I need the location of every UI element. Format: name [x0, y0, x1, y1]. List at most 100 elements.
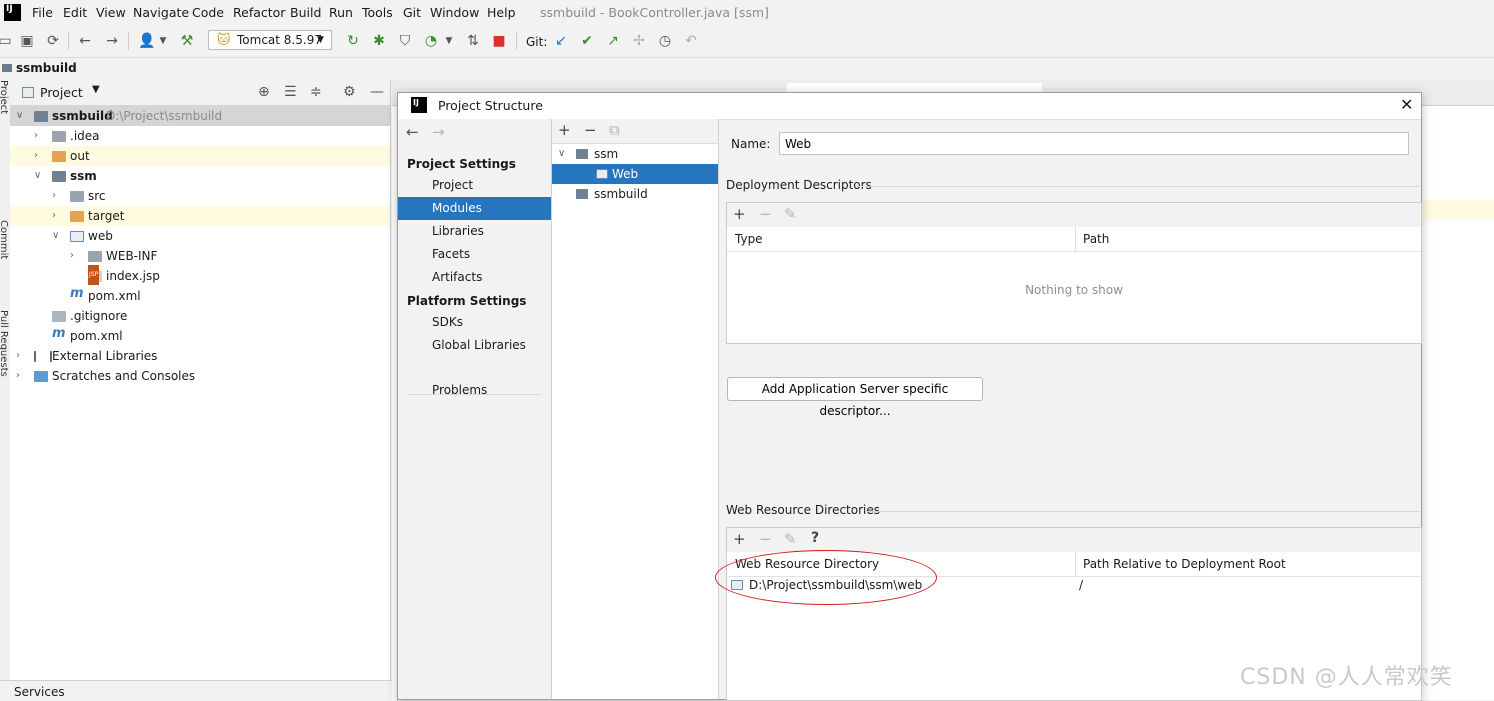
tool-window-commit[interactable]: Commit: [0, 220, 9, 259]
close-icon[interactable]: ✕: [1400, 95, 1413, 114]
nav-item-facets[interactable]: Facets: [398, 243, 551, 266]
history-icon[interactable]: ◷: [656, 32, 674, 50]
chevron-down-icon[interactable]: ▼: [92, 84, 100, 95]
tree-row-gitignore[interactable]: .gitignore: [10, 306, 390, 326]
tree-row-external-libraries[interactable]: › External Libraries: [10, 346, 390, 366]
nav-item-modules[interactable]: Modules: [398, 197, 551, 220]
run-configuration-select[interactable]: 🐱 Tomcat 8.5.97 ▼: [208, 30, 332, 50]
tree-row-web[interactable]: ∨ web: [10, 226, 390, 246]
hide-icon[interactable]: —: [370, 84, 384, 100]
tree-row-src[interactable]: › src: [10, 186, 390, 206]
tree-row-ssm[interactable]: ∨ ssm: [10, 166, 390, 186]
tool-window-pull-requests[interactable]: Pull Requests: [0, 310, 9, 377]
chevron-down-icon[interactable]: ∨: [52, 226, 59, 246]
nav-item-global-libraries[interactable]: Global Libraries: [398, 334, 551, 357]
forward-icon[interactable]: →: [103, 32, 121, 50]
column-type[interactable]: Type: [735, 232, 763, 246]
chevron-right-icon[interactable]: ›: [52, 186, 56, 206]
edit-pencil-icon[interactable]: ✎: [784, 205, 797, 223]
tree-row-ssmbuild[interactable]: ∨ ssmbuild D:\Project\ssmbuild: [10, 106, 390, 126]
back-arrow-icon[interactable]: ←: [406, 123, 419, 141]
project-panel-title[interactable]: Project: [40, 85, 83, 100]
window-title: ssmbuild - BookController.java [ssm]: [540, 5, 769, 20]
open-folder-icon[interactable]: ▭: [0, 32, 14, 50]
remove-icon[interactable]: −: [759, 530, 772, 548]
update-running-app-icon[interactable]: ⇅: [464, 32, 482, 50]
chevron-down-icon[interactable]: ∨: [34, 166, 41, 186]
stop-icon[interactable]: ■: [490, 32, 508, 50]
column-path[interactable]: Path: [1083, 232, 1109, 246]
add-icon[interactable]: +: [558, 121, 571, 139]
module-row-web[interactable]: Web: [552, 164, 718, 184]
coverage-icon[interactable]: ⛉: [396, 32, 414, 50]
rollback-icon[interactable]: ↶: [682, 32, 700, 50]
column-path-relative[interactable]: Path Relative to Deployment Root: [1083, 557, 1286, 571]
chevron-down-icon[interactable]: ∨: [558, 144, 565, 164]
nav-item-artifacts[interactable]: Artifacts: [398, 266, 551, 289]
nav-item-sdks[interactable]: SDKs: [398, 311, 551, 334]
edit-pencil-icon[interactable]: ✎: [784, 530, 797, 548]
git-push-icon[interactable]: ↗: [604, 32, 622, 50]
tree-row-out[interactable]: › out: [10, 146, 390, 166]
chevron-right-icon[interactable]: ›: [16, 346, 20, 366]
tree-row-target[interactable]: › target: [10, 206, 390, 226]
help-icon[interactable]: ?: [811, 530, 819, 546]
debug-icon[interactable]: ✱: [370, 32, 388, 50]
menu-tools[interactable]: Tools: [362, 5, 393, 20]
add-icon[interactable]: +: [733, 205, 746, 223]
chevron-right-icon[interactable]: ›: [70, 246, 74, 266]
menu-window[interactable]: Window: [430, 5, 479, 20]
services-tool-window-button[interactable]: Services: [0, 680, 392, 701]
sync-icon[interactable]: ⟳: [44, 32, 62, 50]
menu-help[interactable]: Help: [487, 5, 516, 20]
git-update-icon[interactable]: ↙: [552, 32, 570, 50]
chevron-right-icon[interactable]: ›: [34, 126, 38, 146]
menu-code[interactable]: Code: [192, 5, 224, 20]
tool-window-project[interactable]: Project: [0, 80, 9, 114]
rerun-icon[interactable]: ↻: [344, 32, 362, 50]
menu-edit[interactable]: Edit: [63, 5, 87, 20]
menu-navigate[interactable]: Navigate: [133, 5, 189, 20]
name-input[interactable]: [779, 132, 1409, 155]
forward-arrow-icon[interactable]: →: [432, 123, 445, 141]
git-commit-icon[interactable]: ✔: [578, 32, 596, 50]
tree-row-pom-ssm[interactable]: m pom.xml: [10, 286, 390, 306]
gear-icon[interactable]: ⚙: [343, 84, 356, 100]
copy-icon[interactable]: ⧉: [609, 121, 620, 139]
menu-refactor[interactable]: Refactor: [233, 5, 285, 20]
module-row-ssm[interactable]: ∨ ssm: [552, 144, 718, 164]
chevron-down-icon[interactable]: ∨: [16, 106, 23, 126]
chevron-down-icon[interactable]: ▼: [440, 32, 458, 50]
add-descriptor-button[interactable]: Add Application Server specific descript…: [727, 377, 983, 418]
module-row-ssmbuild[interactable]: ssmbuild: [552, 184, 718, 204]
tree-row-index-jsp[interactable]: index.jsp: [10, 265, 390, 286]
back-icon[interactable]: ←: [76, 32, 94, 50]
add-icon[interactable]: +: [733, 530, 746, 548]
menu-view[interactable]: View: [96, 5, 126, 20]
remove-icon[interactable]: −: [759, 205, 772, 223]
tree-row-scratches[interactable]: › Scratches and Consoles: [10, 366, 390, 386]
tree-row-web-inf[interactable]: › WEB-INF: [10, 246, 390, 266]
breadcrumb-project[interactable]: ssmbuild: [16, 61, 77, 75]
chevron-down-icon[interactable]: ▼: [154, 32, 172, 50]
profile-icon[interactable]: ◔: [422, 32, 440, 50]
locate-icon[interactable]: ⊕: [258, 84, 270, 100]
menu-git[interactable]: Git: [403, 5, 421, 20]
git-merge-icon[interactable]: ✢: [630, 32, 648, 50]
tree-row-pom-root[interactable]: m pom.xml: [10, 326, 390, 346]
build-hammer-icon[interactable]: ⚒: [178, 32, 196, 50]
collapse-all-icon[interactable]: ≑: [310, 84, 322, 100]
remove-icon[interactable]: −: [584, 121, 597, 139]
chevron-right-icon[interactable]: ›: [34, 146, 38, 166]
expand-all-icon[interactable]: ☰: [284, 84, 297, 100]
nav-item-project[interactable]: Project: [398, 174, 551, 197]
chevron-right-icon[interactable]: ›: [52, 206, 56, 226]
nav-item-problems[interactable]: Problems: [398, 379, 551, 402]
chevron-right-icon[interactable]: ›: [16, 366, 20, 386]
save-icon[interactable]: ▣: [18, 32, 36, 50]
menu-build[interactable]: Build: [290, 5, 321, 20]
nav-item-libraries[interactable]: Libraries: [398, 220, 551, 243]
menu-file[interactable]: File: [32, 5, 53, 20]
tree-row-idea[interactable]: › .idea: [10, 126, 390, 146]
menu-run[interactable]: Run: [329, 5, 353, 20]
